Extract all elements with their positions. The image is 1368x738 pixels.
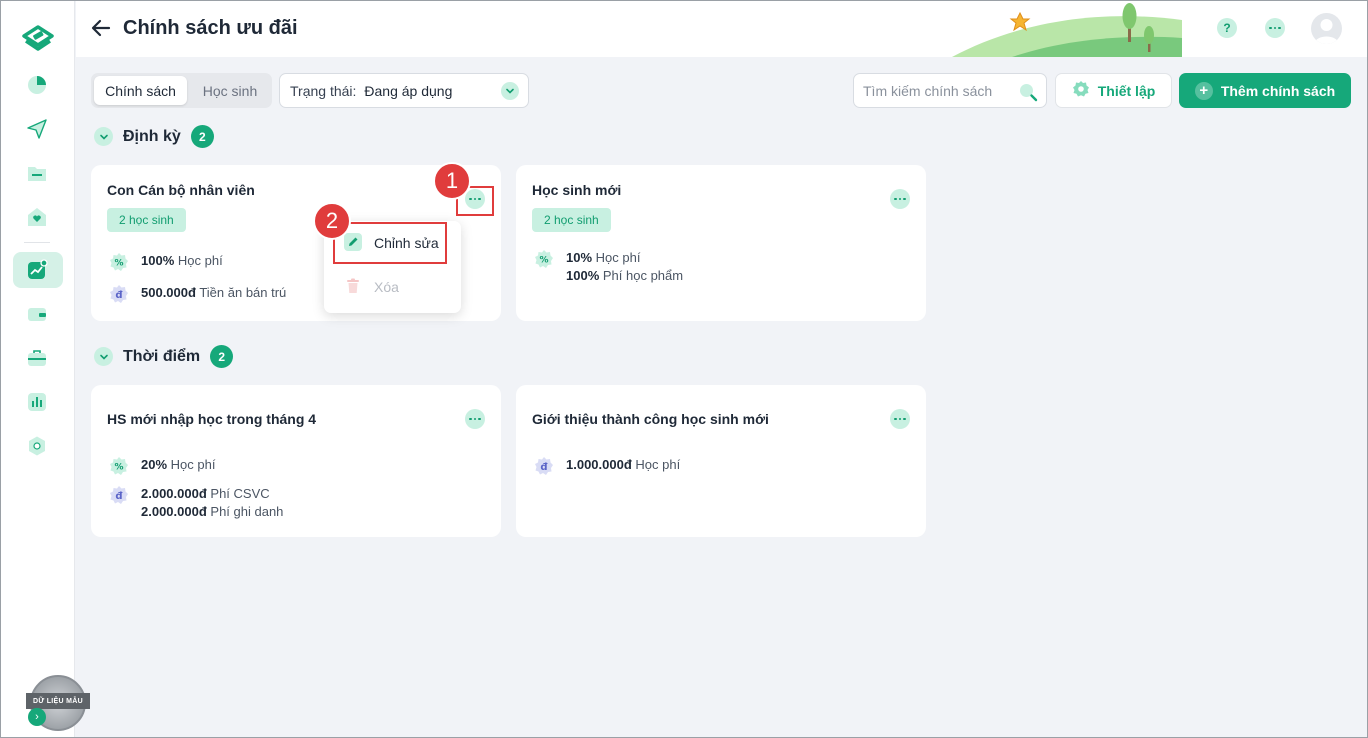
student-count-badge: 2 học sinh — [532, 208, 611, 232]
sidebar-divider — [24, 242, 50, 243]
policy-card[interactable]: HS mới nhập học trong tháng 4 % 20% Học … — [91, 385, 501, 537]
policy-card[interactable]: Giới thiệu thành công học sinh mới đ 1.0… — [516, 385, 926, 537]
discount-amount: 20% — [141, 457, 168, 472]
section-header-thoi-diem: Thời điểm 2 — [94, 345, 234, 368]
settings-icon[interactable] — [24, 433, 50, 459]
status-filter-value: Đang áp dụng — [364, 82, 453, 99]
setup-button-label: Thiết lập — [1097, 82, 1156, 99]
discount-label: Phí CSVC — [210, 486, 270, 501]
delete-menu-label: Xóa — [374, 279, 399, 295]
more-options-icon[interactable] — [1265, 18, 1285, 38]
app-logo[interactable] — [20, 22, 56, 54]
back-arrow-icon[interactable] — [90, 17, 112, 39]
home-heart-icon[interactable] — [24, 204, 50, 230]
section-title: Định kỳ — [123, 127, 181, 145]
policy-card-title: HS mới nhập học trong tháng 4 — [107, 411, 317, 427]
svg-text:đ: đ — [115, 290, 123, 301]
discount-row: đ 1.000.000đ Học phí — [534, 456, 680, 476]
step-1-marker: 1 — [433, 162, 471, 200]
student-count-badge: 2 học sinh — [107, 208, 186, 232]
status-filter-select[interactable]: Trạng thái: Đang áp dụng — [279, 73, 529, 108]
bar-chart-icon[interactable] — [24, 389, 50, 415]
sidebar: DỮ LIỆU MẪU › — [0, 0, 90, 738]
svg-text:đ: đ — [115, 491, 123, 502]
chevron-down-icon — [501, 82, 519, 100]
collapse-chevron-icon[interactable] — [94, 347, 113, 366]
percent-icon: % — [534, 249, 554, 269]
wallet-icon[interactable] — [24, 301, 50, 327]
discount-label: Học phí — [595, 250, 641, 265]
search-box — [853, 73, 1047, 108]
discount-label: Phí học phẩm — [602, 268, 684, 283]
gear-icon — [1072, 80, 1090, 101]
view-toggle: Chính sách Học sinh — [91, 73, 272, 108]
discount-row: % 100% Học phí — [109, 252, 223, 272]
discount-label: Học phí — [177, 253, 223, 268]
growth-chart-icon[interactable] — [24, 257, 50, 283]
discount-amount: 100% — [566, 268, 600, 283]
section-title: Thời điểm — [123, 347, 201, 365]
discount-amount: 500.000đ — [141, 285, 196, 300]
discount-row: đ 2.000.000đ Phí CSVC 2.000.000đ Phí ghi… — [109, 485, 283, 521]
discount-amount: 2.000.000đ — [141, 486, 207, 501]
discount-amount: 100% — [141, 253, 175, 268]
percent-icon: % — [109, 252, 129, 272]
policy-card[interactable]: Học sinh mới 2 học sinh % 10% Học phí 10… — [516, 165, 926, 321]
search-input[interactable] — [863, 82, 1013, 99]
status-filter-label: Trạng thái: — [290, 82, 357, 99]
setup-button[interactable]: Thiết lập — [1055, 73, 1172, 108]
folder-icon[interactable] — [24, 160, 50, 186]
policy-card-title: Học sinh mới — [532, 182, 622, 198]
tab-chinh-sach[interactable]: Chính sách — [94, 76, 187, 105]
dashboard-icon[interactable] — [24, 72, 50, 98]
currency-icon: đ — [109, 284, 129, 304]
plus-icon: + — [1194, 81, 1213, 100]
discount-row: % 10% Học phí 100% Phí học phẩm — [534, 249, 683, 285]
discount-row: đ 500.000đ Tiền ăn bán trú — [109, 284, 286, 304]
svg-text:đ: đ — [540, 462, 548, 473]
header-hill-illustration — [952, 0, 1182, 57]
svg-text:%: % — [114, 259, 123, 269]
briefcase-icon[interactable] — [24, 345, 50, 371]
discount-amount: 1.000.000đ — [566, 457, 632, 472]
currency-icon: đ — [534, 456, 554, 476]
section-header-dinh-ky: Định kỳ 2 — [94, 125, 214, 148]
more-options-icon[interactable] — [890, 409, 910, 429]
discount-label: Tiền ăn bán trú — [199, 285, 287, 300]
more-options-icon[interactable] — [465, 409, 485, 429]
currency-icon: đ — [109, 485, 129, 505]
discount-label: Phí ghi danh — [210, 504, 284, 519]
sidebar-expand-button[interactable]: › — [28, 708, 46, 726]
section-count-badge: 2 — [190, 125, 214, 148]
page-title: Chính sách ưu đãi — [123, 17, 298, 39]
add-policy-button-label: Thêm chính sách — [1220, 82, 1336, 99]
discount-amount: 2.000.000đ — [141, 504, 207, 519]
svg-text:%: % — [114, 463, 123, 473]
svg-text:%: % — [539, 256, 548, 266]
policy-card-title: Con Cán bộ nhân viên — [107, 182, 255, 198]
help-icon[interactable]: ? — [1217, 18, 1237, 38]
step-2-highlight — [333, 222, 447, 264]
discount-label: Học phí — [170, 457, 216, 472]
policy-card-title: Giới thiệu thành công học sinh mới — [532, 411, 769, 427]
trash-icon — [344, 277, 362, 298]
more-options-icon[interactable] — [890, 189, 910, 209]
discount-row: % 20% Học phí — [109, 456, 215, 476]
percent-icon: % — [109, 456, 129, 476]
page-header: Chính sách ưu đãi ? — [76, 0, 1368, 57]
user-avatar[interactable] — [1311, 13, 1342, 44]
send-icon[interactable] — [24, 116, 50, 142]
discount-amount: 10% — [566, 250, 593, 265]
delete-menu-item[interactable]: Xóa — [324, 267, 461, 307]
tab-hoc-sinh[interactable]: Học sinh — [191, 76, 269, 105]
section-count-badge: 2 — [210, 345, 234, 368]
add-policy-button[interactable]: + Thêm chính sách — [1179, 73, 1351, 108]
window-frame — [0, 0, 1368, 738]
collapse-chevron-icon[interactable] — [94, 127, 113, 146]
sample-data-label: DỮ LIỆU MẪU — [26, 693, 90, 709]
discount-label: Học phí — [635, 457, 681, 472]
step-2-marker: 2 — [313, 202, 351, 240]
search-icon[interactable] — [1018, 82, 1038, 107]
